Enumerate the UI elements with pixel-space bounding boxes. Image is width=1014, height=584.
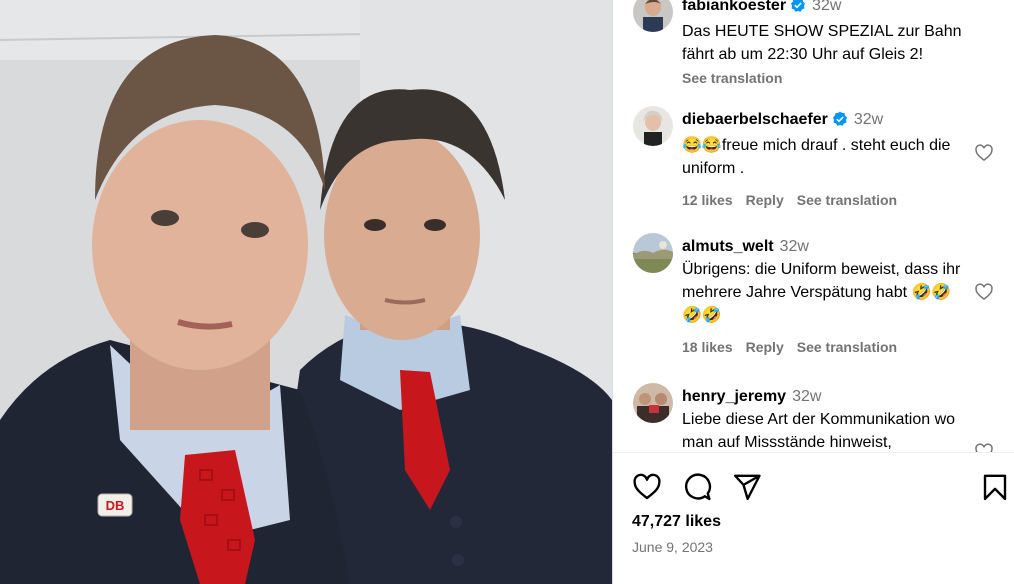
likes-count[interactable]: 47,727 likes bbox=[632, 513, 721, 531]
comment-text: Liebe diese Art der Kommunikation wo man… bbox=[682, 411, 956, 451]
post-date: June 9, 2023 bbox=[632, 539, 713, 555]
heart-icon[interactable] bbox=[632, 472, 662, 502]
post-actions: 47,727 likes June 9, 2023 bbox=[613, 453, 1014, 584]
comment-text: 😂😂freue mich drauf . steht euch die unif… bbox=[682, 137, 951, 177]
avatar[interactable] bbox=[633, 233, 673, 273]
comment-likes[interactable]: 18 likes bbox=[682, 339, 733, 355]
post-photo[interactable]: DB bbox=[0, 0, 612, 584]
see-translation-button[interactable]: See translation bbox=[797, 339, 897, 355]
comment-meta: 18 likes Reply See translation bbox=[682, 336, 968, 355]
bookmark-icon[interactable] bbox=[980, 472, 1010, 502]
see-translation-button[interactable]: See translation bbox=[797, 192, 897, 208]
db-badge-text: DB bbox=[106, 498, 125, 513]
photo-illustration: DB bbox=[0, 0, 612, 584]
caption-see-translation[interactable]: See translation bbox=[682, 67, 994, 90]
avatar[interactable] bbox=[633, 106, 673, 146]
verified-badge-icon bbox=[790, 0, 806, 20]
share-icon[interactable] bbox=[732, 472, 762, 502]
avatar[interactable] bbox=[633, 0, 673, 32]
comments-panel[interactable]: fabiankoester 32w Das HEUTE SHOW SPEZIAL … bbox=[613, 0, 1014, 452]
like-comment-heart-icon[interactable] bbox=[974, 143, 994, 163]
caption-text: Das HEUTE SHOW SPEZIAL zur Bahn fährt ab… bbox=[682, 23, 962, 63]
comment-time: 32w bbox=[792, 388, 822, 405]
comment-meta: 12 likes Reply See translation bbox=[682, 189, 968, 208]
avatar[interactable] bbox=[633, 383, 673, 423]
caption-time: 32w bbox=[812, 0, 842, 14]
comment-text: Übrigens: die Uniform beweist, dass ihr … bbox=[682, 261, 961, 324]
comment-username[interactable]: henry_jeremy bbox=[682, 388, 786, 405]
like-comment-heart-icon[interactable] bbox=[974, 282, 994, 302]
comment-username[interactable]: almuts_welt bbox=[682, 238, 774, 255]
comment-username[interactable]: diebaerbelschaefer bbox=[682, 111, 828, 128]
comment-time: 32w bbox=[853, 111, 884, 128]
reply-button[interactable]: Reply bbox=[746, 192, 784, 208]
comment-time: 32w bbox=[779, 238, 809, 255]
caption-username[interactable]: fabiankoester bbox=[682, 0, 786, 14]
reply-button[interactable]: Reply bbox=[746, 339, 784, 355]
like-comment-heart-icon[interactable] bbox=[974, 442, 994, 452]
comment-icon[interactable] bbox=[682, 472, 712, 502]
verified-badge-icon bbox=[832, 111, 848, 134]
comment-likes[interactable]: 12 likes bbox=[682, 192, 733, 208]
